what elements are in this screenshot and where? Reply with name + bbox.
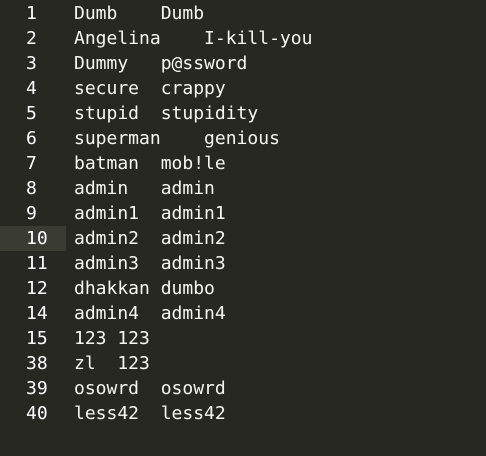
line-text[interactable]: Dummy p@ssword: [74, 51, 247, 76]
editor-line[interactable]: 15 123 123: [0, 326, 486, 351]
line-number: 1: [26, 3, 37, 24]
line-number: 11: [26, 253, 48, 274]
line-text[interactable]: zl 123: [74, 351, 150, 376]
line-number: 40: [26, 403, 48, 424]
editor-line[interactable]: 7 batman mob!le: [0, 151, 486, 176]
editor-line[interactable]: 9 admin1 admin1: [0, 201, 486, 226]
editor-line[interactable]: 6 superman genious: [0, 126, 486, 151]
editor-line[interactable]: 2 Angelina I-kill-you: [0, 26, 486, 51]
line-text[interactable]: 123 123: [74, 326, 150, 351]
editor-line[interactable]: 39 osowrd osowrd: [0, 376, 486, 401]
line-text[interactable]: superman genious: [74, 126, 280, 151]
editor-line[interactable]: 40 less42 less42: [0, 401, 486, 426]
text-editor[interactable]: 1 Dumb Dumb 2 Angelina I-kill-you 3 Dumm…: [0, 0, 486, 456]
line-number: 6: [26, 128, 37, 149]
editor-line[interactable]: 38 zl 123: [0, 351, 486, 376]
line-text[interactable]: admin3 admin3: [74, 251, 226, 276]
line-text[interactable]: batman mob!le: [74, 151, 226, 176]
line-text[interactable]: admin4 admin4: [74, 301, 226, 326]
line-text[interactable]: less42 less42: [74, 401, 226, 426]
line-number: 4: [26, 78, 37, 99]
line-number: 2: [26, 28, 37, 49]
line-number: 5: [26, 103, 37, 124]
line-text[interactable]: admin admin: [74, 176, 215, 201]
line-text[interactable]: stupid stupidity: [74, 101, 258, 126]
editor-line[interactable]: 3 Dummy p@ssword: [0, 51, 486, 76]
line-number: 3: [26, 53, 37, 74]
editor-line[interactable]: 4 secure crappy: [0, 76, 486, 101]
line-number: 38: [26, 353, 48, 374]
editor-line-current[interactable]: 10 admin2 admin2: [0, 226, 486, 251]
editor-line[interactable]: 5 stupid stupidity: [0, 101, 486, 126]
line-number: 7: [26, 153, 37, 174]
line-text[interactable]: Angelina I-kill-you: [74, 26, 312, 51]
editor-line[interactable]: 1 Dumb Dumb: [0, 1, 486, 26]
line-number: 39: [26, 378, 48, 399]
line-text[interactable]: osowrd osowrd: [74, 376, 226, 401]
line-number: 8: [26, 178, 37, 199]
line-number: 9: [26, 203, 37, 224]
editor-line[interactable]: 8 admin admin: [0, 176, 486, 201]
editor-line[interactable]: 12 dhakkan dumbo: [0, 276, 486, 301]
line-number: 14: [26, 303, 48, 324]
editor-line[interactable]: 11 admin3 admin3: [0, 251, 486, 276]
line-text[interactable]: secure crappy: [74, 76, 226, 101]
line-text[interactable]: admin2 admin2: [74, 226, 226, 251]
line-text[interactable]: Dumb Dumb: [74, 1, 204, 26]
line-number: 15: [26, 328, 48, 349]
line-number: 12: [26, 278, 48, 299]
editor-line[interactable]: 14 admin4 admin4: [0, 301, 486, 326]
line-text[interactable]: dhakkan dumbo: [74, 276, 215, 301]
line-text[interactable]: admin1 admin1: [74, 201, 226, 226]
line-number: 10: [26, 228, 48, 249]
